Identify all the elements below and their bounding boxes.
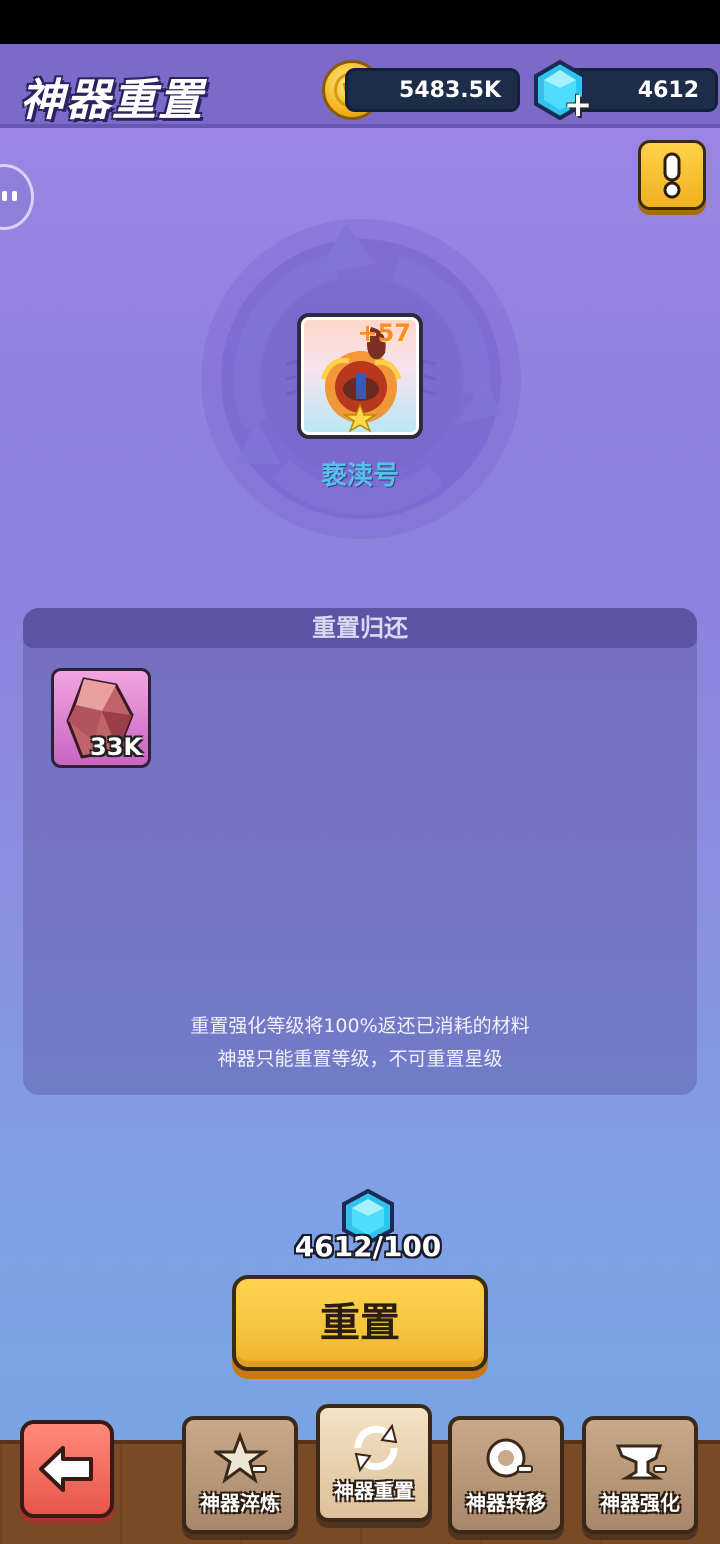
artifact-level: +57	[357, 319, 411, 347]
chat-button[interactable]	[0, 164, 34, 230]
info-button[interactable]	[638, 140, 706, 210]
back-button[interactable]	[20, 1420, 114, 1518]
gem-amount: 4612	[637, 77, 699, 103]
arrow-left-icon	[39, 1446, 93, 1492]
star-hammer-icon	[214, 1432, 269, 1484]
status-bar	[0, 0, 720, 44]
top-bar: 神器重置 W 5483.5K 4612 +	[0, 44, 720, 128]
tab-artifact-enhance[interactable]: 神器强化	[582, 1416, 698, 1534]
reward-count: 33K	[90, 733, 142, 761]
reset-button[interactable]: 重置	[232, 1275, 488, 1371]
tab-label: 神器强化	[600, 1491, 680, 1515]
tab-label: 神器重置	[334, 1479, 414, 1503]
artifact-card[interactable]: +57	[297, 313, 423, 439]
tab-artifact-transfer[interactable]: 神器转移	[448, 1416, 564, 1534]
reward-item[interactable]: 33K	[51, 668, 151, 768]
tab-label: 神器转移	[466, 1491, 546, 1515]
reset-return-panel: 重置归还 33K 重置强化等级将100%返还已消耗的材料 神器只能重置等级，不可…	[23, 608, 697, 1095]
chat-icon	[2, 191, 17, 201]
page-title: 神器重置	[20, 75, 204, 126]
coin-balance: 5483.5K	[345, 68, 520, 112]
reset-arrows-icon	[354, 1423, 398, 1473]
anvil-icon	[615, 1444, 667, 1480]
reset-cost: 4612/100	[294, 1230, 442, 1263]
artifact-name: 亵渎号	[320, 461, 399, 491]
panel-title: 重置归还	[23, 608, 697, 648]
tab-artifact-refine[interactable]: 神器淬炼	[182, 1416, 298, 1534]
tab-label: 神器淬炼	[200, 1491, 280, 1515]
tab-artifact-reset[interactable]: 神器重置	[316, 1404, 432, 1522]
add-gems-icon[interactable]: +	[562, 88, 594, 122]
reset-note-line-1: 重置强化等级将100%返还已消耗的材料	[190, 1015, 530, 1037]
exclamation-icon	[663, 152, 681, 199]
reset-note-line-2: 神器只能重置等级，不可重置星级	[217, 1048, 503, 1070]
transfer-icon	[486, 1438, 533, 1478]
coin-amount: 5483.5K	[399, 77, 501, 103]
